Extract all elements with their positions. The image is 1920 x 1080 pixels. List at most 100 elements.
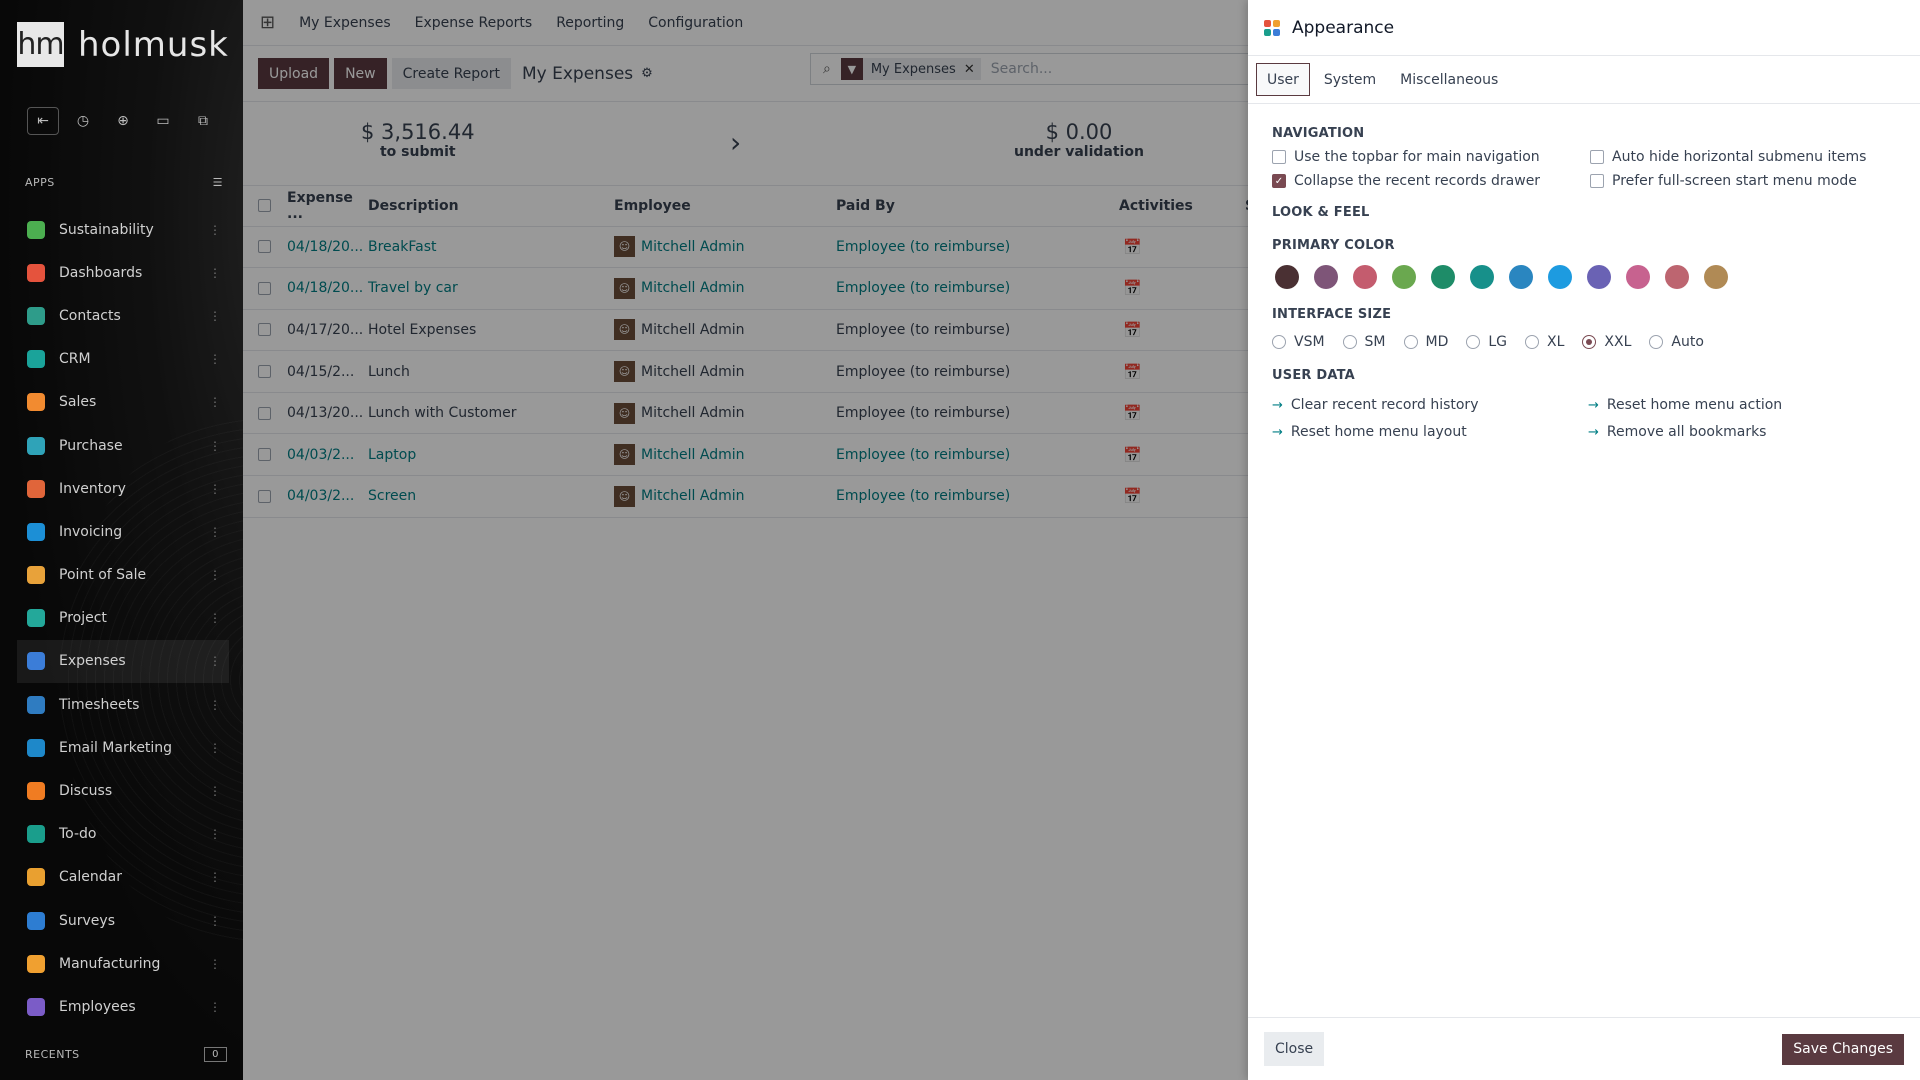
sidebar-item-calendar[interactable]: Calendar ⋮ — [17, 856, 229, 899]
more-options-icon[interactable]: ⋮ — [209, 914, 221, 928]
history-icon[interactable]: ◷ — [67, 107, 99, 135]
option-prefer-full-screen-start-menu-mode[interactable]: Prefer full-screen start menu mode — [1590, 173, 1896, 189]
primary-color-swatch[interactable] — [1704, 265, 1728, 289]
sidebar-item-purchase[interactable]: Purchase ⋮ — [17, 424, 229, 467]
sidebar-item-to-do[interactable]: To-do ⋮ — [17, 813, 229, 856]
sidebar-item-employees[interactable]: Employees ⋮ — [17, 985, 229, 1028]
tab-system[interactable]: System — [1314, 63, 1386, 96]
primary-color-swatch[interactable] — [1353, 265, 1377, 289]
size-radio[interactable] — [1272, 335, 1286, 349]
primary-color-swatch[interactable] — [1314, 265, 1338, 289]
purchase-icon — [27, 436, 45, 455]
more-options-icon[interactable]: ⋮ — [209, 352, 221, 366]
size-option-xl[interactable]: XL — [1525, 334, 1564, 350]
sidebar-item-sustainability[interactable]: Sustainability ⋮ — [17, 208, 229, 251]
size-option-sm[interactable]: SM — [1342, 334, 1386, 350]
sidebar-item-dashboards[interactable]: Dashboards ⋮ — [17, 251, 229, 294]
tab-miscellaneous[interactable]: Miscellaneous — [1390, 63, 1508, 96]
primary-color-swatch[interactable] — [1665, 265, 1689, 289]
sidebar-item-manufacturing[interactable]: Manufacturing ⋮ — [17, 942, 229, 985]
size-option-vsm[interactable]: VSM — [1272, 334, 1325, 350]
primary-color-swatch[interactable] — [1275, 265, 1299, 289]
more-options-icon[interactable]: ⋮ — [209, 827, 221, 841]
size-option-md[interactable]: MD — [1403, 334, 1448, 350]
size-option-auto[interactable]: Auto — [1649, 334, 1704, 350]
primary-color-swatch[interactable] — [1548, 265, 1572, 289]
more-options-icon[interactable]: ⋮ — [209, 741, 221, 755]
more-options-icon[interactable]: ⋮ — [209, 568, 221, 582]
use-the-topbar-for-main-navigation-checkbox[interactable] — [1272, 150, 1286, 164]
sidebar-item-sales[interactable]: Sales ⋮ — [17, 381, 229, 424]
sidebar-item-contacts[interactable]: Contacts ⋮ — [17, 294, 229, 337]
size-radio[interactable] — [1582, 335, 1597, 349]
more-options-icon[interactable]: ⋮ — [209, 309, 221, 323]
option-label: Auto hide horizontal submenu items — [1612, 149, 1867, 165]
apps-menu-icon[interactable]: ☰ — [213, 176, 223, 189]
primary-color-swatch[interactable] — [1626, 265, 1650, 289]
sidebar-item-label: Sales — [59, 394, 97, 411]
more-options-icon[interactable]: ⋮ — [209, 482, 221, 496]
sidebar-item-discuss[interactable]: Discuss ⋮ — [17, 769, 229, 812]
option-use-the-topbar-for-main-navigation[interactable]: Use the topbar for main navigation — [1272, 149, 1590, 165]
desktop-icon[interactable]: ▭ — [147, 107, 179, 135]
sidebar-item-point-of-sale[interactable]: Point of Sale ⋮ — [17, 554, 229, 597]
more-options-icon[interactable]: ⋮ — [209, 1000, 221, 1014]
more-options-icon[interactable]: ⋮ — [209, 784, 221, 798]
company-logo[interactable]: hm holmusk — [17, 22, 229, 67]
more-options-icon[interactable]: ⋮ — [209, 698, 221, 712]
sidebar-item-crm[interactable]: CRM ⋮ — [17, 338, 229, 381]
link-reset-home-menu-layout[interactable]: → Reset home menu layout — [1272, 424, 1588, 440]
option-auto-hide-horizontal-submenu-items[interactable]: Auto hide horizontal submenu items — [1590, 149, 1896, 165]
more-options-icon[interactable]: ⋮ — [209, 611, 221, 625]
collapse-sidebar-icon[interactable]: ⇤ — [27, 107, 59, 135]
more-options-icon[interactable]: ⋮ — [209, 266, 221, 280]
size-option-xxl[interactable]: XXL — [1582, 334, 1631, 350]
more-options-icon[interactable]: ⋮ — [209, 870, 221, 884]
project-icon — [27, 609, 45, 628]
screen-share-icon[interactable]: ⧉ — [187, 107, 219, 135]
collapse-the-recent-records-drawer-checkbox[interactable]: ✓ — [1272, 174, 1286, 188]
size-radio[interactable] — [1466, 335, 1481, 349]
save-changes-button[interactable]: Save Changes — [1782, 1033, 1904, 1065]
primary-color-title: PRIMARY COLOR — [1272, 238, 1395, 253]
more-options-icon[interactable]: ⋮ — [209, 525, 221, 539]
more-options-icon[interactable]: ⋮ — [209, 223, 221, 237]
sidebar-item-project[interactable]: Project ⋮ — [17, 597, 229, 640]
size-radio[interactable] — [1649, 335, 1664, 349]
primary-color-swatch[interactable] — [1431, 265, 1455, 289]
sidebar-item-label: Invoicing — [59, 523, 123, 540]
sidebar-item-timesheets[interactable]: Timesheets ⋮ — [17, 683, 229, 726]
auto-hide-horizontal-submenu-items-checkbox[interactable] — [1590, 150, 1604, 164]
link-clear-recent-record-history[interactable]: → Clear recent record history — [1272, 397, 1588, 413]
sidebar-item-inventory[interactable]: Inventory ⋮ — [17, 467, 229, 510]
link-reset-home-menu-action[interactable]: → Reset home menu action — [1588, 397, 1896, 413]
option-collapse-the-recent-records-drawer[interactable]: ✓ Collapse the recent records drawer — [1272, 173, 1590, 189]
link-remove-all-bookmarks[interactable]: → Remove all bookmarks — [1588, 424, 1896, 440]
employees-icon — [27, 997, 45, 1016]
size-radio[interactable] — [1403, 335, 1418, 349]
more-options-icon[interactable]: ⋮ — [209, 957, 221, 971]
recents-section[interactable]: RECENTS 0 — [25, 1047, 227, 1062]
sidebar-item-surveys[interactable]: Surveys ⋮ — [17, 899, 229, 942]
more-options-icon[interactable]: ⋮ — [209, 654, 221, 668]
primary-color-swatch[interactable] — [1587, 265, 1611, 289]
activity-icon[interactable]: ⊕ — [107, 107, 139, 135]
close-button[interactable]: Close — [1264, 1032, 1325, 1066]
size-radio[interactable] — [1525, 335, 1540, 349]
size-option-lg[interactable]: LG — [1466, 334, 1507, 350]
primary-color-swatch[interactable] — [1509, 265, 1533, 289]
size-radio[interactable] — [1342, 335, 1357, 349]
prefer-full-screen-start-menu-mode-checkbox[interactable] — [1590, 174, 1604, 188]
option-label: Prefer full-screen start menu mode — [1612, 173, 1857, 189]
primary-color-swatch[interactable] — [1392, 265, 1416, 289]
more-options-icon[interactable]: ⋮ — [209, 439, 221, 453]
recents-count-badge: 0 — [204, 1047, 227, 1062]
primary-color-swatch[interactable] — [1470, 265, 1494, 289]
tab-user[interactable]: User — [1256, 63, 1310, 96]
sidebar-item-label: Email Marketing — [59, 739, 173, 756]
more-options-icon[interactable]: ⋮ — [209, 395, 221, 409]
sidebar-item-label: Calendar — [59, 869, 122, 886]
sidebar-item-expenses[interactable]: Expenses ⋮ — [17, 639, 229, 684]
sidebar-item-email-marketing[interactable]: Email Marketing ⋮ — [17, 726, 229, 769]
sidebar-item-invoicing[interactable]: Invoicing ⋮ — [17, 510, 229, 553]
